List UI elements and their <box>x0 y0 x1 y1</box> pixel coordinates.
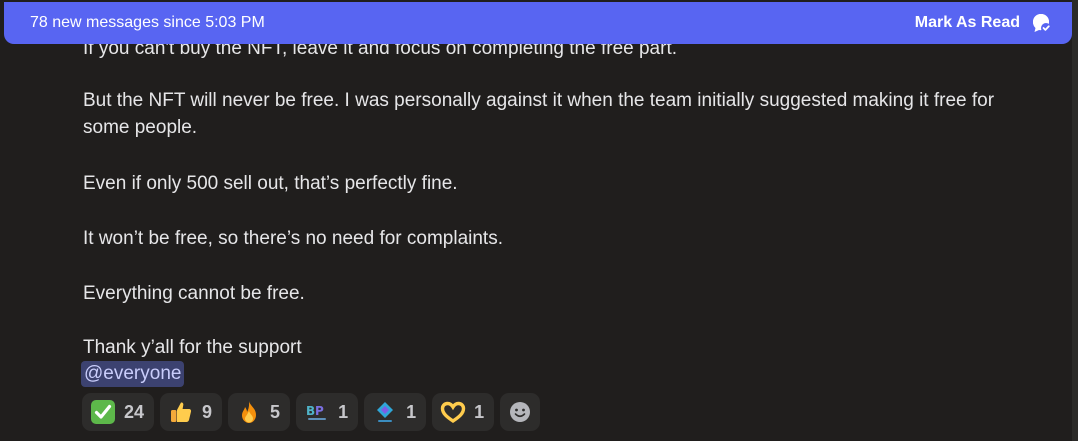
reaction-count: 24 <box>124 401 145 422</box>
mark-read-icon <box>1033 14 1051 33</box>
message-line: It won’t be free, so there’s no need for… <box>83 228 503 249</box>
svg-text:P: P <box>315 404 324 418</box>
reaction-count: 1 <box>406 401 417 422</box>
betpol-diamond-emoji <box>377 402 394 422</box>
everyone-mention[interactable]: @everyone <box>81 361 185 387</box>
check-mark-emoji <box>91 400 115 424</box>
reaction-heart-hands[interactable]: 1 <box>432 393 495 431</box>
reaction-count: 5 <box>270 401 281 422</box>
mark-as-read-label: Mark As Read <box>914 14 1020 31</box>
reaction-fire[interactable]: 5 <box>228 393 291 431</box>
new-messages-banner[interactable]: 78 new messages since 5:03 PM Mark As Re… <box>4 2 1072 44</box>
fire-emoji <box>242 401 257 423</box>
reaction-betpol-diamond[interactable]: 1 <box>364 393 427 431</box>
svg-text:B: B <box>306 404 315 418</box>
add-reaction-button[interactable] <box>500 393 541 431</box>
betpol-logo-emoji: B P <box>306 404 327 420</box>
heart-hands-emoji <box>440 401 466 424</box>
reaction-thumbs-up[interactable]: 9 <box>160 393 223 431</box>
reaction-count: 9 <box>202 401 213 422</box>
message-line: Everything cannot be free. <box>83 283 305 304</box>
mark-as-read-button[interactable]: Mark As Read <box>915 12 1052 34</box>
scrollbar-track[interactable] <box>1072 0 1078 441</box>
new-messages-count[interactable]: 78 new messages since 5:03 PM <box>30 14 265 32</box>
thumbs-up-emoji <box>171 402 192 422</box>
reaction-betpol-logo[interactable]: B P 1 <box>296 393 359 431</box>
reaction-count: 1 <box>338 401 349 422</box>
message-line: Even if only 500 sell out, that’s perfec… <box>83 173 458 194</box>
message-line: Thank y’all for the support <box>83 337 302 358</box>
smiley-face-icon <box>510 402 531 422</box>
reactions-bar: 24 9 5 B P 1 1 1 <box>82 393 541 431</box>
message-line: But the NFT will never be free. I was pe… <box>83 90 995 111</box>
reaction-check-mark[interactable]: 24 <box>82 393 155 431</box>
message-line: some people. <box>83 117 198 138</box>
reaction-count: 1 <box>474 401 485 422</box>
